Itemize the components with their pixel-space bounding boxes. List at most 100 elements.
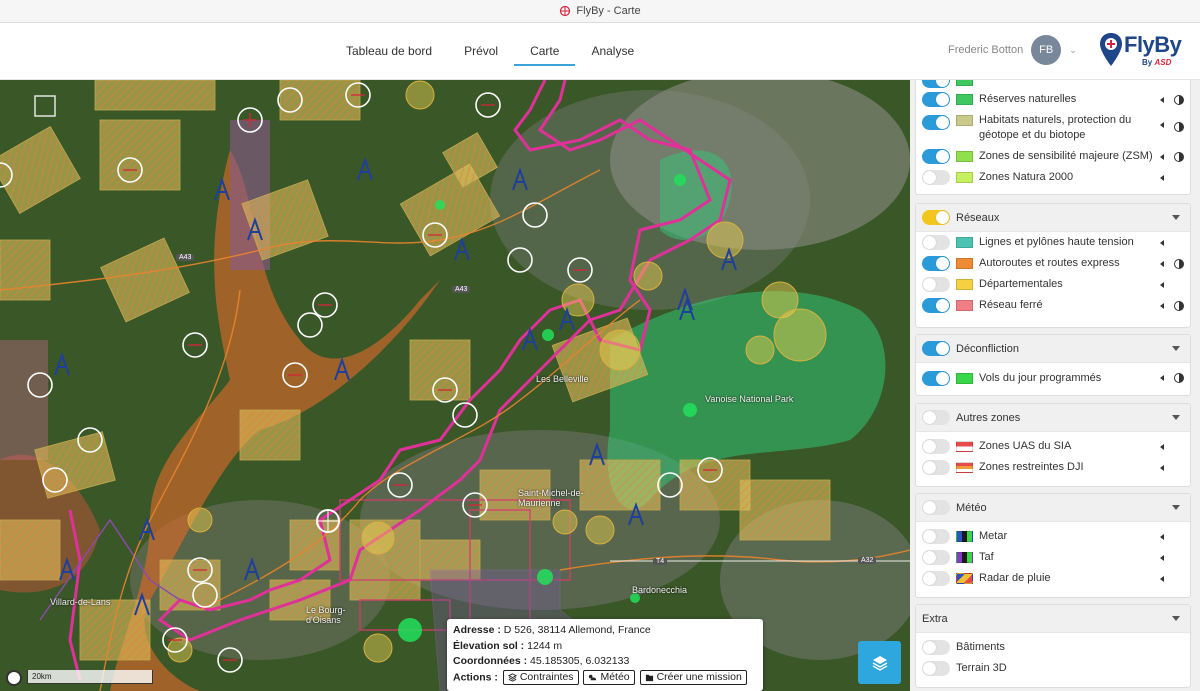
- nav-tableau-de-bord[interactable]: Tableau de bord: [330, 23, 448, 80]
- caret-left-icon[interactable]: [1160, 533, 1164, 540]
- layer-swatch: [956, 172, 973, 183]
- layer-toggle[interactable]: [922, 460, 950, 475]
- meteo-header[interactable]: Météo: [916, 494, 1190, 522]
- chevron-down-icon[interactable]: [1172, 616, 1180, 621]
- logo-name: FlyBy: [1124, 32, 1182, 57]
- nav-carte[interactable]: Carte: [514, 23, 576, 80]
- layer-row[interactable]: Zones restreintes DJI: [916, 457, 1190, 478]
- deconfliction-header[interactable]: Déconfliction: [916, 335, 1190, 363]
- group-title: Météo: [956, 501, 987, 514]
- layer-toggle[interactable]: [922, 80, 950, 88]
- chevron-down-icon[interactable]: [1172, 415, 1180, 420]
- layer-toggle[interactable]: [922, 149, 950, 164]
- selected-location-marker[interactable]: [316, 509, 340, 533]
- layer-row[interactable]: Zones de sensibilité majeure (ZSM): [916, 146, 1190, 167]
- layer-toggle[interactable]: [922, 529, 950, 544]
- map-canvas[interactable]: [0, 80, 910, 691]
- layer-row-hidden[interactable]: [916, 80, 1190, 89]
- avatar[interactable]: FB: [1031, 35, 1062, 65]
- layer-swatch: [956, 462, 973, 473]
- layer-row[interactable]: Metar: [916, 526, 1190, 547]
- contrast-icon[interactable]: [1174, 300, 1184, 311]
- layer-toggle[interactable]: [922, 170, 950, 185]
- caret-left-icon[interactable]: [1160, 464, 1164, 471]
- caret-left-icon[interactable]: [1160, 239, 1164, 246]
- layer-toggle[interactable]: [922, 277, 950, 292]
- layer-row[interactable]: Vols du jour programmés: [916, 363, 1190, 393]
- chevron-down-icon[interactable]: ⌄: [1069, 45, 1077, 56]
- autres-zones-header[interactable]: Autres zones: [916, 404, 1190, 432]
- layer-row[interactable]: Terrain 3D: [916, 658, 1190, 679]
- group-toggle[interactable]: [922, 410, 950, 425]
- layer-row[interactable]: Réseau ferré: [916, 295, 1190, 316]
- caret-left-icon[interactable]: [1160, 96, 1164, 103]
- group-title: Extra: [922, 612, 948, 625]
- group-toggle[interactable]: [922, 210, 950, 225]
- extra-header[interactable]: Extra: [916, 605, 1190, 633]
- caret-left-icon[interactable]: [1160, 554, 1164, 561]
- caret-left-icon[interactable]: [1160, 174, 1164, 181]
- create-mission-button[interactable]: Créer une mission: [639, 669, 747, 685]
- group-toggle[interactable]: [922, 500, 950, 515]
- contrast-icon[interactable]: [1174, 122, 1184, 132]
- layer-row[interactable]: Autoroutes et routes express: [916, 253, 1190, 274]
- chevron-down-icon[interactable]: [1172, 346, 1180, 351]
- layer-row[interactable]: Lignes et pylônes haute tension: [916, 232, 1190, 253]
- chevron-down-icon[interactable]: [1172, 505, 1180, 510]
- group-toggle[interactable]: [922, 341, 950, 356]
- layer-toggle[interactable]: [922, 550, 950, 565]
- layer-row[interactable]: Zones UAS du SIA: [916, 436, 1190, 457]
- chevron-down-icon[interactable]: [1172, 215, 1180, 220]
- meteo-button[interactable]: Météo: [583, 669, 635, 685]
- layer-label: Terrain 3D: [956, 662, 1007, 674]
- main-nav: Tableau de bord Prévol Carte Analyse: [330, 23, 650, 80]
- nav-prevol[interactable]: Prévol: [448, 23, 514, 80]
- layer-toggle[interactable]: [922, 571, 950, 586]
- caret-left-icon[interactable]: [1160, 122, 1164, 128]
- layers-button[interactable]: [858, 641, 901, 684]
- caret-left-icon[interactable]: [1160, 302, 1164, 309]
- contraintes-button[interactable]: Contraintes: [502, 669, 579, 685]
- layer-toggle[interactable]: [922, 256, 950, 271]
- contrast-icon[interactable]: [1174, 94, 1184, 105]
- layer-toggle[interactable]: [922, 370, 950, 386]
- layer-toggle[interactable]: [922, 92, 950, 107]
- layer-toggle[interactable]: [922, 439, 950, 454]
- layer-row[interactable]: Bâtiments: [916, 637, 1190, 658]
- layer-toggle[interactable]: [922, 298, 950, 313]
- reseaux-header[interactable]: Réseaux: [916, 204, 1190, 232]
- layer-row[interactable]: Taf: [916, 547, 1190, 568]
- layer-swatch: [956, 258, 973, 269]
- map-provider-logo: [6, 670, 22, 686]
- layer-toggle[interactable]: [922, 661, 950, 676]
- layer-label: Bâtiments: [956, 641, 1005, 653]
- layer-swatch: [956, 279, 973, 290]
- user-menu[interactable]: Frederic Botton FB ⌄: [948, 35, 1077, 65]
- layer-row[interactable]: Départementales: [916, 274, 1190, 295]
- contrast-icon[interactable]: [1174, 258, 1184, 269]
- layer-swatch: [956, 115, 973, 126]
- caret-left-icon[interactable]: [1160, 281, 1164, 288]
- caret-left-icon[interactable]: [1160, 443, 1164, 450]
- contrast-icon[interactable]: [1174, 151, 1184, 162]
- caret-left-icon[interactable]: [1160, 153, 1164, 160]
- caret-left-icon[interactable]: [1160, 260, 1164, 267]
- flyby-logo[interactable]: FlyBy By ASD: [1098, 29, 1182, 77]
- layer-toggle[interactable]: [922, 115, 950, 130]
- layer-row[interactable]: Habitats naturels, protection du géotope…: [916, 110, 1190, 146]
- layer-label: Zones UAS du SIA: [979, 440, 1072, 452]
- road-badge: A43: [452, 286, 471, 293]
- caret-left-icon[interactable]: [1160, 575, 1164, 582]
- map-view[interactable]: Les Belleville Vanoise National Park Sai…: [0, 80, 910, 691]
- nav-analyse[interactable]: Analyse: [575, 23, 650, 80]
- popup-elevation-row: Élevation sol : 1244 m: [453, 639, 563, 652]
- layer-toggle[interactable]: [922, 235, 950, 250]
- layer-label: Habitats naturels, protection du géotope…: [979, 114, 1132, 141]
- layer-row[interactable]: Réserves naturelles: [916, 89, 1190, 110]
- layer-row[interactable]: Radar de pluie: [916, 568, 1190, 589]
- layer-row[interactable]: Zones Natura 2000: [916, 167, 1190, 188]
- layer-toggle[interactable]: [922, 640, 950, 655]
- layer-swatch: [956, 151, 973, 162]
- caret-left-icon[interactable]: [1160, 375, 1164, 381]
- contrast-icon[interactable]: [1174, 373, 1184, 383]
